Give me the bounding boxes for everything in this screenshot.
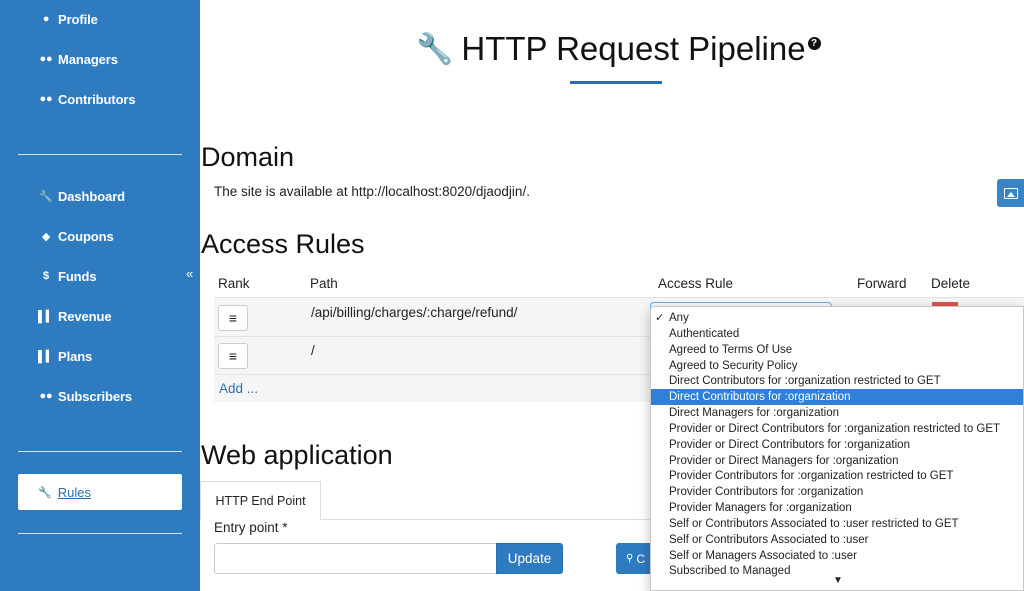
column-header-delete: Delete xyxy=(931,276,971,291)
dollar-icon: $ xyxy=(42,270,50,282)
dropdown-option[interactable]: Self or Contributors Associated to :user… xyxy=(651,516,1023,532)
dropdown-option[interactable]: Provider Contributors for :organization xyxy=(651,484,1023,500)
connect-button-label: C xyxy=(636,551,645,566)
dropdown-option[interactable]: Direct Contributors for :organization re… xyxy=(651,373,1023,389)
sidebar-item-label: Rules xyxy=(57,484,91,500)
sidebar-item-label: Subscribers xyxy=(58,388,133,404)
column-header-access-rule: Access Rule xyxy=(658,276,734,291)
rule-path: /api/billing/charges/:charge/refund/ xyxy=(311,305,518,320)
entry-point-input[interactable] xyxy=(214,543,497,574)
sidebar: ● Profile ●● Managers ●● Contributors 🔧 … xyxy=(0,0,200,591)
entry-point-label: Entry point * xyxy=(214,520,288,535)
dropdown-option[interactable]: Provider or Direct Contributors for :org… xyxy=(651,437,1023,453)
update-button[interactable]: Update xyxy=(496,543,563,574)
drag-handle-button[interactable]: ≡ xyxy=(218,343,248,369)
checkmark-icon: ✓ xyxy=(655,312,665,324)
scroll-down-icon[interactable]: ▼ xyxy=(833,575,843,586)
sidebar-item-rules[interactable]: 🔧 Rules xyxy=(18,474,182,510)
domain-heading: Domain xyxy=(201,142,295,172)
add-rule-link[interactable]: Add ... xyxy=(219,381,258,396)
sidebar-item-revenue[interactable]: ▌▍ Revenue xyxy=(38,305,112,327)
key-icon: ⚲ xyxy=(626,553,634,564)
column-header-forward: Forward xyxy=(857,276,907,291)
page-title: 🔧 HTTP Request Pipeline ? xyxy=(416,30,821,68)
connect-button[interactable]: ⚲ C xyxy=(616,543,652,574)
dropdown-option[interactable]: Provider Managers for :organization xyxy=(651,500,1023,516)
dropdown-option-highlighted[interactable]: Direct Contributors for :organization xyxy=(651,389,1023,405)
dropdown-option[interactable]: Agreed to Security Policy xyxy=(651,358,1023,374)
dropdown-option[interactable]: Direct Managers for :organization xyxy=(651,405,1023,421)
sidebar-item-label: Plans xyxy=(58,348,93,364)
tab-divider xyxy=(321,519,651,520)
users-icon: ●● xyxy=(39,93,53,105)
dropdown-option[interactable]: Self or Managers Associated to :user xyxy=(651,548,1023,564)
wrench-icon: 🔧 xyxy=(38,486,52,499)
title-underline xyxy=(570,81,662,84)
tab-http-end-point[interactable]: HTTP End Point xyxy=(200,481,321,520)
image-icon xyxy=(1003,187,1018,199)
user-icon: ● xyxy=(42,13,50,25)
access-rule-dropdown[interactable]: ✓ Any Authenticated Agreed to Terms Of Us… xyxy=(650,306,1024,591)
sidebar-item-plans[interactable]: ▌▍ Plans xyxy=(38,345,92,367)
bar-chart-icon: ▌▍ xyxy=(38,350,55,363)
sidebar-item-label: Contributors xyxy=(58,91,136,107)
dropdown-option[interactable]: ✓ Any xyxy=(651,310,1023,326)
sidebar-item-label: Funds xyxy=(58,268,97,284)
dropdown-option[interactable]: Self or Contributors Associated to :user xyxy=(651,532,1023,548)
dropdown-option[interactable]: Provider or Direct Managers for :organiz… xyxy=(651,453,1023,469)
dropdown-option[interactable]: Provider or Direct Contributors for :org… xyxy=(651,421,1023,437)
sidebar-item-managers[interactable]: ●● Managers xyxy=(38,48,118,70)
domain-text: The site is available at http://localhos… xyxy=(214,184,530,199)
drag-handle-button[interactable]: ≡ xyxy=(218,305,248,331)
sidebar-item-dashboard[interactable]: 🔧 Dashboard xyxy=(38,185,125,207)
sidebar-divider xyxy=(18,154,182,155)
sidebar-divider xyxy=(18,533,182,534)
sidebar-item-funds[interactable]: $ Funds xyxy=(38,265,97,287)
wrench-icon: 🔧 xyxy=(416,32,454,66)
wrench-icon: 🔧 xyxy=(39,190,53,203)
sidebar-divider xyxy=(18,451,182,452)
web-application-heading: Web application xyxy=(201,440,393,470)
sidebar-item-subscribers[interactable]: ●● Subscribers xyxy=(38,385,132,407)
tag-icon: ◆ xyxy=(41,230,51,243)
sidebar-item-contributors[interactable]: ●● Contributors xyxy=(38,88,136,110)
sidebar-item-label: Revenue xyxy=(58,308,112,324)
dropdown-option[interactable]: Agreed to Terms Of Use xyxy=(651,342,1023,358)
dropdown-option[interactable]: Provider Contributors for :organization … xyxy=(651,468,1023,484)
rule-path: / xyxy=(311,343,315,358)
users-icon: ●● xyxy=(39,390,53,402)
sidebar-item-profile[interactable]: ● Profile xyxy=(38,8,98,30)
help-icon[interactable]: ? xyxy=(807,36,821,50)
sidebar-item-coupons[interactable]: ◆ Coupons xyxy=(38,225,114,247)
column-header-path: Path xyxy=(310,276,338,291)
access-rules-heading: Access Rules xyxy=(201,229,365,259)
column-header-rank: Rank xyxy=(218,276,250,291)
dropdown-option[interactable]: Authenticated xyxy=(651,326,1023,342)
sidebar-item-label: Coupons xyxy=(58,228,114,244)
page-title-text: HTTP Request Pipeline xyxy=(461,30,806,67)
sidebar-item-label: Profile xyxy=(58,11,98,27)
users-icon: ●● xyxy=(39,53,53,65)
sidebar-item-label: Managers xyxy=(58,51,118,67)
bar-chart-icon: ▌▍ xyxy=(38,310,55,323)
image-button[interactable] xyxy=(997,179,1024,207)
sidebar-item-label: Dashboard xyxy=(58,188,126,204)
table-divider xyxy=(214,297,1024,298)
collapse-sidebar-icon[interactable]: « xyxy=(186,266,193,281)
